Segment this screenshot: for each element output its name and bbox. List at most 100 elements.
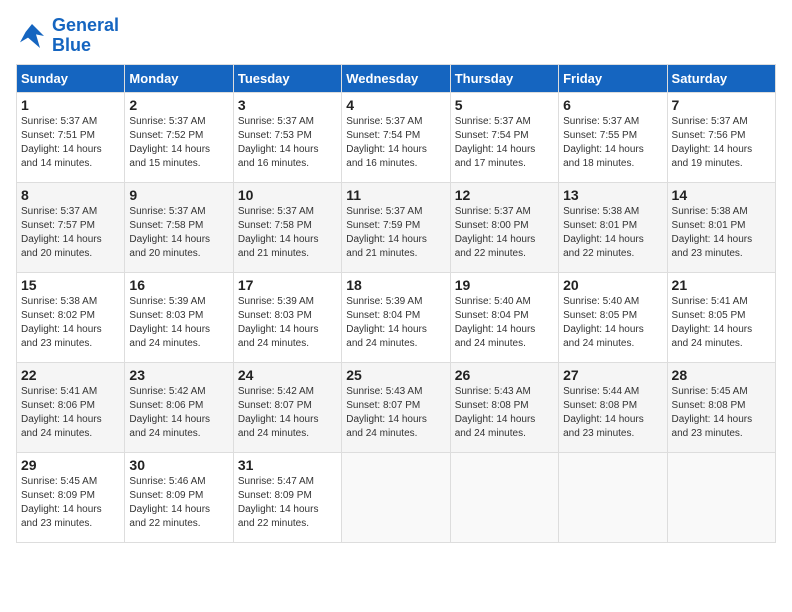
sunrise-label: Sunrise: 5:43 AM	[346, 386, 422, 397]
sunset-label: Sunset: 8:08 PM	[563, 400, 637, 411]
sunset-label: Sunset: 8:06 PM	[129, 400, 203, 411]
day-info: Sunrise: 5:42 AM Sunset: 8:07 PM Dayligh…	[238, 385, 337, 441]
daylight-label: Daylight: 14 hours and 21 minutes.	[238, 234, 319, 259]
daylight-label: Daylight: 14 hours and 24 minutes.	[129, 414, 210, 439]
day-info: Sunrise: 5:40 AM Sunset: 8:04 PM Dayligh…	[455, 295, 554, 351]
sunset-label: Sunset: 7:58 PM	[129, 220, 203, 231]
day-info: Sunrise: 5:37 AM Sunset: 7:52 PM Dayligh…	[129, 115, 228, 171]
weekday-header-sunday: Sunday	[17, 64, 125, 92]
sunrise-label: Sunrise: 5:37 AM	[455, 206, 531, 217]
day-info: Sunrise: 5:39 AM Sunset: 8:04 PM Dayligh…	[346, 295, 445, 351]
daylight-label: Daylight: 14 hours and 14 minutes.	[21, 144, 102, 169]
calendar-day-23: 23 Sunrise: 5:42 AM Sunset: 8:06 PM Dayl…	[125, 362, 233, 452]
sunset-label: Sunset: 7:57 PM	[21, 220, 95, 231]
sunrise-label: Sunrise: 5:40 AM	[563, 296, 639, 307]
calendar-week-2: 8 Sunrise: 5:37 AM Sunset: 7:57 PM Dayli…	[17, 182, 776, 272]
daylight-label: Daylight: 14 hours and 23 minutes.	[672, 234, 753, 259]
sunset-label: Sunset: 7:53 PM	[238, 130, 312, 141]
daylight-label: Daylight: 14 hours and 24 minutes.	[563, 324, 644, 349]
weekday-header-friday: Friday	[559, 64, 667, 92]
sunrise-label: Sunrise: 5:43 AM	[455, 386, 531, 397]
daylight-label: Daylight: 14 hours and 22 minutes.	[455, 234, 536, 259]
calendar-day-16: 16 Sunrise: 5:39 AM Sunset: 8:03 PM Dayl…	[125, 272, 233, 362]
calendar-day-31: 31 Sunrise: 5:47 AM Sunset: 8:09 PM Dayl…	[233, 452, 341, 542]
daylight-label: Daylight: 14 hours and 20 minutes.	[129, 234, 210, 259]
day-number: 29	[21, 457, 120, 473]
daylight-label: Daylight: 14 hours and 24 minutes.	[346, 414, 427, 439]
day-number: 26	[455, 367, 554, 383]
logo-bird-icon	[16, 20, 48, 52]
day-info: Sunrise: 5:37 AM Sunset: 7:54 PM Dayligh…	[346, 115, 445, 171]
sunset-label: Sunset: 8:04 PM	[455, 310, 529, 321]
calendar-day-28: 28 Sunrise: 5:45 AM Sunset: 8:08 PM Dayl…	[667, 362, 775, 452]
day-number: 16	[129, 277, 228, 293]
sunset-label: Sunset: 7:54 PM	[455, 130, 529, 141]
daylight-label: Daylight: 14 hours and 19 minutes.	[672, 144, 753, 169]
sunrise-label: Sunrise: 5:45 AM	[21, 476, 97, 487]
day-info: Sunrise: 5:37 AM Sunset: 7:58 PM Dayligh…	[129, 205, 228, 261]
day-number: 20	[563, 277, 662, 293]
calendar-day-8: 8 Sunrise: 5:37 AM Sunset: 7:57 PM Dayli…	[17, 182, 125, 272]
day-number: 18	[346, 277, 445, 293]
calendar-day-11: 11 Sunrise: 5:37 AM Sunset: 7:59 PM Dayl…	[342, 182, 450, 272]
sunset-label: Sunset: 7:51 PM	[21, 130, 95, 141]
sunrise-label: Sunrise: 5:37 AM	[672, 116, 748, 127]
day-info: Sunrise: 5:46 AM Sunset: 8:09 PM Dayligh…	[129, 475, 228, 531]
daylight-label: Daylight: 14 hours and 24 minutes.	[21, 414, 102, 439]
daylight-label: Daylight: 14 hours and 22 minutes.	[238, 504, 319, 529]
day-number: 11	[346, 187, 445, 203]
calendar-day-22: 22 Sunrise: 5:41 AM Sunset: 8:06 PM Dayl…	[17, 362, 125, 452]
calendar-table: SundayMondayTuesdayWednesdayThursdayFrid…	[16, 64, 776, 543]
daylight-label: Daylight: 14 hours and 23 minutes.	[21, 324, 102, 349]
day-info: Sunrise: 5:44 AM Sunset: 8:08 PM Dayligh…	[563, 385, 662, 441]
sunset-label: Sunset: 7:52 PM	[129, 130, 203, 141]
sunset-label: Sunset: 7:58 PM	[238, 220, 312, 231]
day-info: Sunrise: 5:45 AM Sunset: 8:08 PM Dayligh…	[672, 385, 771, 441]
calendar-day-27: 27 Sunrise: 5:44 AM Sunset: 8:08 PM Dayl…	[559, 362, 667, 452]
calendar-day-1: 1 Sunrise: 5:37 AM Sunset: 7:51 PM Dayli…	[17, 92, 125, 182]
weekday-header-row: SundayMondayTuesdayWednesdayThursdayFrid…	[17, 64, 776, 92]
daylight-label: Daylight: 14 hours and 20 minutes.	[21, 234, 102, 259]
day-number: 8	[21, 187, 120, 203]
daylight-label: Daylight: 14 hours and 24 minutes.	[672, 324, 753, 349]
daylight-label: Daylight: 14 hours and 24 minutes.	[455, 324, 536, 349]
day-number: 2	[129, 97, 228, 113]
day-number: 12	[455, 187, 554, 203]
day-number: 3	[238, 97, 337, 113]
sunrise-label: Sunrise: 5:37 AM	[21, 116, 97, 127]
day-info: Sunrise: 5:42 AM Sunset: 8:06 PM Dayligh…	[129, 385, 228, 441]
day-number: 25	[346, 367, 445, 383]
daylight-label: Daylight: 14 hours and 23 minutes.	[563, 414, 644, 439]
daylight-label: Daylight: 14 hours and 23 minutes.	[672, 414, 753, 439]
daylight-label: Daylight: 14 hours and 24 minutes.	[238, 414, 319, 439]
calendar-week-3: 15 Sunrise: 5:38 AM Sunset: 8:02 PM Dayl…	[17, 272, 776, 362]
sunrise-label: Sunrise: 5:39 AM	[129, 296, 205, 307]
sunset-label: Sunset: 8:03 PM	[238, 310, 312, 321]
sunrise-label: Sunrise: 5:47 AM	[238, 476, 314, 487]
day-info: Sunrise: 5:37 AM Sunset: 7:53 PM Dayligh…	[238, 115, 337, 171]
sunrise-label: Sunrise: 5:40 AM	[455, 296, 531, 307]
day-info: Sunrise: 5:37 AM Sunset: 7:51 PM Dayligh…	[21, 115, 120, 171]
calendar-day-30: 30 Sunrise: 5:46 AM Sunset: 8:09 PM Dayl…	[125, 452, 233, 542]
sunset-label: Sunset: 8:03 PM	[129, 310, 203, 321]
calendar-day-12: 12 Sunrise: 5:37 AM Sunset: 8:00 PM Dayl…	[450, 182, 558, 272]
sunrise-label: Sunrise: 5:45 AM	[672, 386, 748, 397]
sunset-label: Sunset: 8:07 PM	[346, 400, 420, 411]
sunrise-label: Sunrise: 5:37 AM	[563, 116, 639, 127]
day-info: Sunrise: 5:43 AM Sunset: 8:08 PM Dayligh…	[455, 385, 554, 441]
empty-cell	[342, 452, 450, 542]
sunrise-label: Sunrise: 5:41 AM	[21, 386, 97, 397]
day-number: 5	[455, 97, 554, 113]
sunset-label: Sunset: 8:01 PM	[563, 220, 637, 231]
day-info: Sunrise: 5:39 AM Sunset: 8:03 PM Dayligh…	[238, 295, 337, 351]
day-info: Sunrise: 5:37 AM Sunset: 7:54 PM Dayligh…	[455, 115, 554, 171]
day-number: 9	[129, 187, 228, 203]
day-info: Sunrise: 5:37 AM Sunset: 7:56 PM Dayligh…	[672, 115, 771, 171]
calendar-day-25: 25 Sunrise: 5:43 AM Sunset: 8:07 PM Dayl…	[342, 362, 450, 452]
sunset-label: Sunset: 8:02 PM	[21, 310, 95, 321]
daylight-label: Daylight: 14 hours and 21 minutes.	[346, 234, 427, 259]
day-number: 30	[129, 457, 228, 473]
day-number: 23	[129, 367, 228, 383]
sunrise-label: Sunrise: 5:39 AM	[346, 296, 422, 307]
weekday-header-saturday: Saturday	[667, 64, 775, 92]
